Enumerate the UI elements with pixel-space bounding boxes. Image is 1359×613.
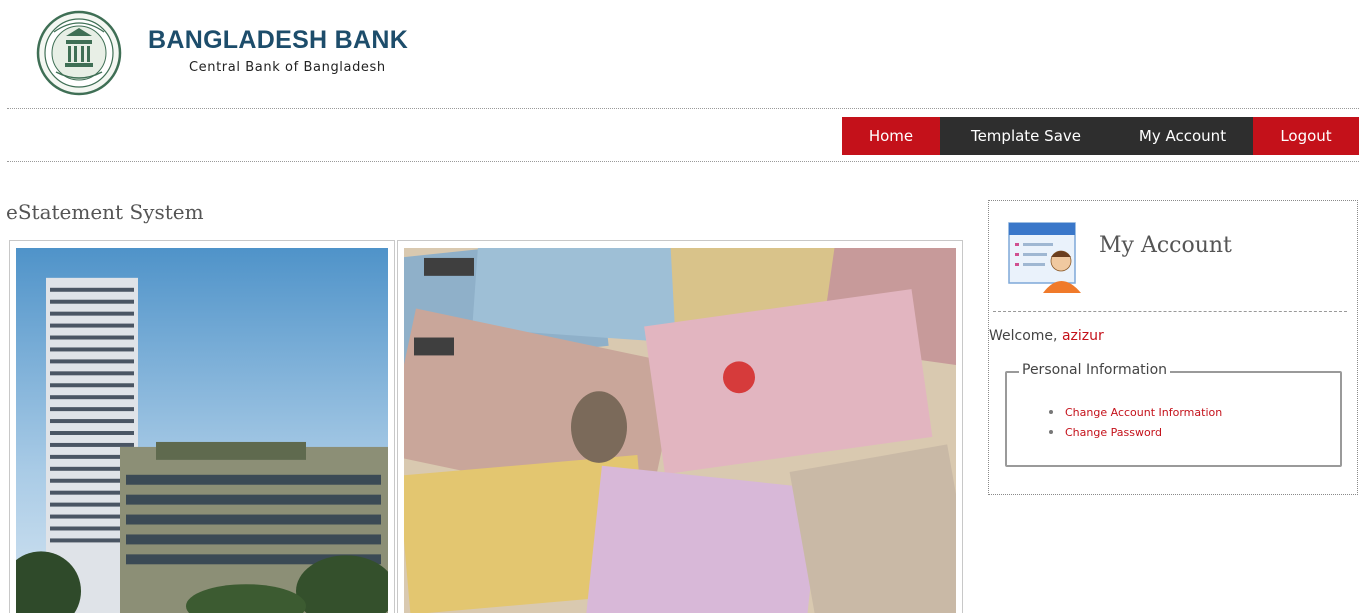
bullet-icon xyxy=(1049,410,1053,414)
brand-subtitle: Central Bank of Bangladesh xyxy=(189,60,386,75)
nav-my-account[interactable]: My Account xyxy=(1112,117,1253,155)
main-nav: Home Template Save My Account Logout xyxy=(842,117,1359,155)
welcome-prefix: Welcome, xyxy=(989,328,1058,344)
list-item: Change Account Information xyxy=(1049,403,1222,423)
bank-building-photo xyxy=(9,240,395,613)
personal-information-legend: Personal Information xyxy=(1019,362,1171,378)
change-account-information-link[interactable]: Change Account Information xyxy=(1065,406,1222,419)
site-header: BANGLADESH BANK Central Bank of Banglade… xyxy=(0,0,1359,108)
account-divider xyxy=(993,311,1347,312)
user-profile-card-icon xyxy=(1007,221,1083,293)
banknotes-collage-photo xyxy=(397,240,963,613)
username: azizur xyxy=(1061,328,1104,344)
list-item: Change Password xyxy=(1049,423,1222,443)
welcome-message: Welcome, azizur xyxy=(989,328,1104,344)
change-password-link[interactable]: Change Password xyxy=(1065,426,1162,439)
nav-home[interactable]: Home xyxy=(842,117,940,155)
personal-information-links: Change Account Information Change Passwo… xyxy=(1049,403,1222,443)
my-account-panel: My Account Welcome, azizur Personal Info… xyxy=(988,200,1358,495)
bangladesh-bank-logo-icon[interactable] xyxy=(36,10,122,96)
page-title: eStatement System xyxy=(6,200,204,224)
nav-template-save[interactable]: Template Save xyxy=(940,117,1112,155)
header-divider xyxy=(7,108,1359,109)
personal-information-box: Personal Information Change Account Info… xyxy=(1005,362,1342,467)
nav-logout[interactable]: Logout xyxy=(1253,117,1359,155)
bullet-icon xyxy=(1049,430,1053,434)
account-panel-title: My Account xyxy=(1099,233,1232,258)
brand-title: BANGLADESH BANK xyxy=(148,26,409,54)
nav-divider xyxy=(7,161,1359,162)
